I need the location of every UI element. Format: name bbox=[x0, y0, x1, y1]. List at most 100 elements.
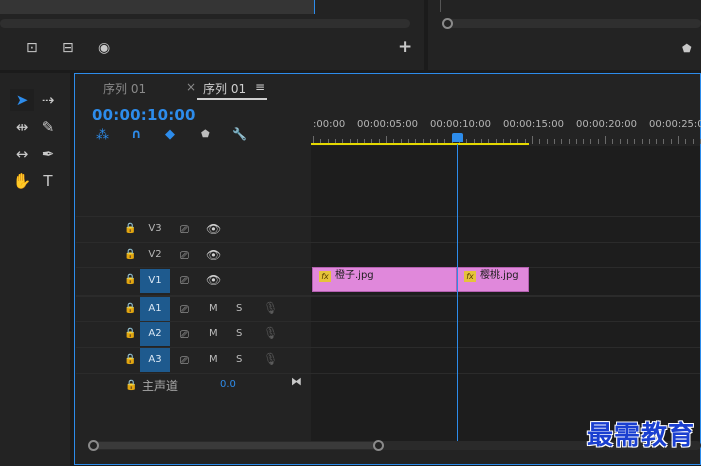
track-header-v2[interactable]: 🔒 V2 ⎚ 👁 bbox=[76, 242, 311, 267]
active-tab-indicator bbox=[197, 98, 267, 100]
camera-icon[interactable]: ◉ bbox=[98, 41, 110, 55]
solo-button[interactable]: S bbox=[236, 303, 242, 314]
sync-lock-icon[interactable]: ⎚ bbox=[180, 303, 189, 317]
master-pan-icon[interactable]: ⧓ bbox=[291, 375, 302, 388]
timeline-scroll-thumb[interactable] bbox=[95, 442, 381, 449]
timeline-panel: 序列 01 × 序列 01 ≡ 00:00:10:00 ⁂ ∩ ◆ ⬟ 🔧 :0… bbox=[74, 73, 701, 465]
tab-sequence-01[interactable]: 序列 01 bbox=[203, 80, 246, 97]
mute-button[interactable]: M bbox=[209, 303, 218, 314]
mic-icon[interactable]: 🎙 bbox=[263, 352, 278, 366]
lock-icon[interactable]: 🔒 bbox=[124, 303, 136, 314]
wrench-icon[interactable]: 🔧 bbox=[232, 127, 247, 141]
clip-name: 橙子.jpg bbox=[335, 270, 374, 281]
solo-button[interactable]: S bbox=[236, 328, 242, 339]
program-marker-icon[interactable]: ⬟ bbox=[682, 42, 692, 56]
tracks-area[interactable]: fx 橙子.jpg fx 樱桃.jpg bbox=[311, 146, 700, 441]
lock-icon[interactable]: 🔒 bbox=[124, 328, 136, 339]
program-ruler-edge bbox=[440, 0, 441, 12]
track-header-v1[interactable]: 🔒 V1 ⎚ 👁 bbox=[76, 267, 311, 293]
time-ruler[interactable]: :00:00 00:00:05:00 00:00:10:00 00:00:15:… bbox=[311, 114, 701, 146]
track-header-a3[interactable]: 🔒 A3 ⎚ M S 🎙 bbox=[76, 347, 311, 373]
ruler-tick bbox=[656, 139, 658, 144]
mic-icon[interactable]: 🎙 bbox=[263, 301, 278, 315]
selection-tool-icon[interactable]: ➤ bbox=[10, 89, 34, 111]
panel-menu-icon[interactable]: ≡ bbox=[255, 80, 265, 94]
ruler-tick bbox=[539, 139, 541, 144]
linked-selection-icon[interactable]: ∩ bbox=[131, 127, 142, 142]
eye-icon[interactable]: 👁 bbox=[206, 248, 221, 262]
type-tool-icon[interactable]: T bbox=[36, 170, 60, 192]
ruler-label: 00:00:15:00 bbox=[503, 119, 565, 130]
tab-sequence-01-inactive[interactable]: 序列 01 bbox=[103, 80, 146, 97]
mute-button[interactable]: M bbox=[209, 354, 218, 365]
lock-icon[interactable]: 🔒 bbox=[124, 223, 136, 234]
source-scrollbar[interactable] bbox=[0, 19, 410, 28]
scroll-handle-right[interactable] bbox=[373, 440, 384, 451]
track-name-a1[interactable]: A1 bbox=[140, 297, 170, 321]
clip-cherry[interactable]: fx 樱桃.jpg bbox=[457, 267, 529, 292]
lock-icon[interactable]: 🔒 bbox=[125, 380, 137, 391]
watermark-text: 最需教育 bbox=[586, 421, 695, 451]
track-name-a2[interactable]: A2 bbox=[140, 322, 170, 346]
mic-icon[interactable]: 🎙 bbox=[263, 326, 278, 340]
clip-orange[interactable]: fx 橙子.jpg bbox=[312, 267, 457, 292]
sync-lock-icon[interactable]: ⎚ bbox=[180, 249, 189, 263]
eye-icon[interactable]: 👁 bbox=[206, 273, 221, 287]
pen-tool-icon[interactable]: ✒ bbox=[36, 143, 60, 165]
lock-icon[interactable]: 🔒 bbox=[124, 354, 136, 365]
lock-icon[interactable]: 🔒 bbox=[124, 249, 136, 260]
mute-button[interactable]: M bbox=[209, 328, 218, 339]
track-name-v2[interactable]: V2 bbox=[140, 243, 170, 267]
ruler-tick bbox=[619, 139, 621, 144]
master-volume-value[interactable]: 0.0 bbox=[220, 379, 236, 390]
lane-v2[interactable] bbox=[311, 242, 700, 267]
hand-tool-icon[interactable]: ✋ bbox=[10, 170, 34, 192]
insert-icon[interactable]: ⊡ bbox=[26, 41, 38, 55]
track-name-v1[interactable]: V1 bbox=[140, 269, 170, 293]
fx-badge: fx bbox=[319, 271, 331, 282]
track-select-tool-icon[interactable]: ⇢ bbox=[36, 89, 60, 111]
ruler-tick bbox=[612, 139, 614, 144]
track-header-v3[interactable]: 🔒 V3 ⎚ 👁 bbox=[76, 216, 311, 242]
source-monitor-panel: ⊡ ⊟ ◉ + bbox=[0, 0, 424, 70]
track-header-a1[interactable]: 🔒 A1 ⎚ M S 🎙 bbox=[76, 295, 311, 321]
sync-lock-icon[interactable]: ⎚ bbox=[180, 274, 189, 288]
track-header-a2[interactable]: 🔒 A2 ⎚ M S 🎙 bbox=[76, 321, 311, 347]
lock-icon[interactable]: 🔒 bbox=[124, 274, 136, 285]
add-button[interactable]: + bbox=[398, 39, 412, 56]
scroll-handle-left[interactable] bbox=[88, 440, 99, 451]
lane-a1[interactable] bbox=[311, 295, 700, 321]
program-scroll-handle[interactable] bbox=[442, 18, 453, 29]
track-name-v3[interactable]: V3 bbox=[140, 217, 170, 241]
ruler-label: :00:00 bbox=[313, 119, 346, 130]
playhead-line[interactable] bbox=[457, 144, 458, 441]
playhead-timecode[interactable]: 00:00:10:00 bbox=[92, 106, 196, 124]
lane-v3[interactable] bbox=[311, 216, 700, 242]
ruler-tick bbox=[670, 139, 672, 144]
sync-lock-icon[interactable]: ⎚ bbox=[180, 328, 189, 342]
tab-close-icon[interactable]: × bbox=[186, 80, 196, 94]
ruler-tick bbox=[575, 139, 577, 144]
marker-icon[interactable]: ⬟ bbox=[201, 129, 210, 140]
work-area-bar[interactable] bbox=[311, 143, 529, 145]
source-playhead[interactable] bbox=[314, 0, 315, 14]
solo-button[interactable]: S bbox=[236, 354, 242, 365]
overwrite-icon[interactable]: ⊟ bbox=[62, 41, 74, 55]
lane-a2[interactable] bbox=[311, 321, 700, 347]
playhead-handle[interactable] bbox=[452, 133, 463, 142]
ruler-tick bbox=[546, 139, 548, 144]
ripple-edit-tool-icon[interactable]: ⇹ bbox=[10, 116, 34, 138]
program-scrollbar[interactable] bbox=[442, 19, 701, 28]
ruler-tick bbox=[663, 139, 665, 144]
slip-tool-icon[interactable]: ↔ bbox=[10, 143, 34, 165]
track-name-a3[interactable]: A3 bbox=[140, 348, 170, 372]
source-ruler[interactable] bbox=[0, 0, 314, 14]
track-header-master[interactable]: 🔒 主声道 0.0 ⧓ bbox=[76, 373, 311, 397]
snap-icon[interactable]: ⁂ bbox=[96, 128, 109, 143]
add-marker-icon[interactable]: ◆ bbox=[165, 127, 175, 142]
lane-a3[interactable] bbox=[311, 347, 700, 373]
sync-lock-icon[interactable]: ⎚ bbox=[180, 223, 189, 237]
sync-lock-icon[interactable]: ⎚ bbox=[180, 354, 189, 368]
razor-tool-icon[interactable]: ✎ bbox=[36, 116, 60, 138]
eye-icon[interactable]: 👁 bbox=[206, 222, 221, 236]
